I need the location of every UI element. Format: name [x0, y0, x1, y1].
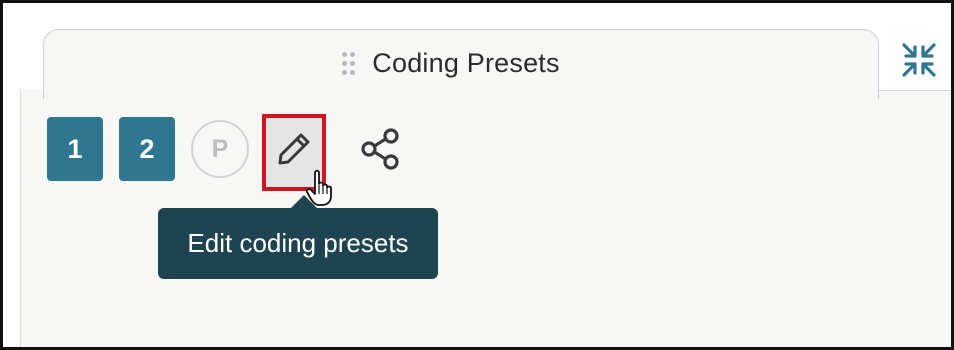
drag-handle-icon[interactable] — [342, 52, 356, 75]
preset-p-button[interactable]: P — [191, 120, 249, 178]
preset-1-label: 1 — [67, 133, 83, 164]
collapse-button[interactable] — [893, 37, 945, 83]
panel-title: Coding Presets — [372, 48, 560, 78]
pencil-icon — [278, 133, 310, 164]
collapse-arrows-icon — [902, 43, 936, 77]
tooltip-arrow — [290, 195, 318, 209]
preset-1-button[interactable]: 1 — [47, 117, 103, 181]
preset-p-label: P — [211, 134, 229, 163]
panel-tab: Coding Presets — [43, 29, 879, 99]
edit-presets-tooltip: Edit coding presets — [158, 208, 438, 279]
share-button[interactable] — [353, 121, 409, 177]
preset-2-label: 2 — [139, 133, 155, 164]
preset-2-button[interactable]: 2 — [119, 117, 175, 181]
share-icon — [361, 128, 399, 170]
tab-divider — [879, 90, 951, 91]
screenshot-frame: Coding Presets 1 2 P Edit coding presets — [0, 0, 954, 350]
tooltip-text: Edit coding presets — [187, 228, 409, 258]
tab-header: Coding Presets — [44, 48, 878, 79]
